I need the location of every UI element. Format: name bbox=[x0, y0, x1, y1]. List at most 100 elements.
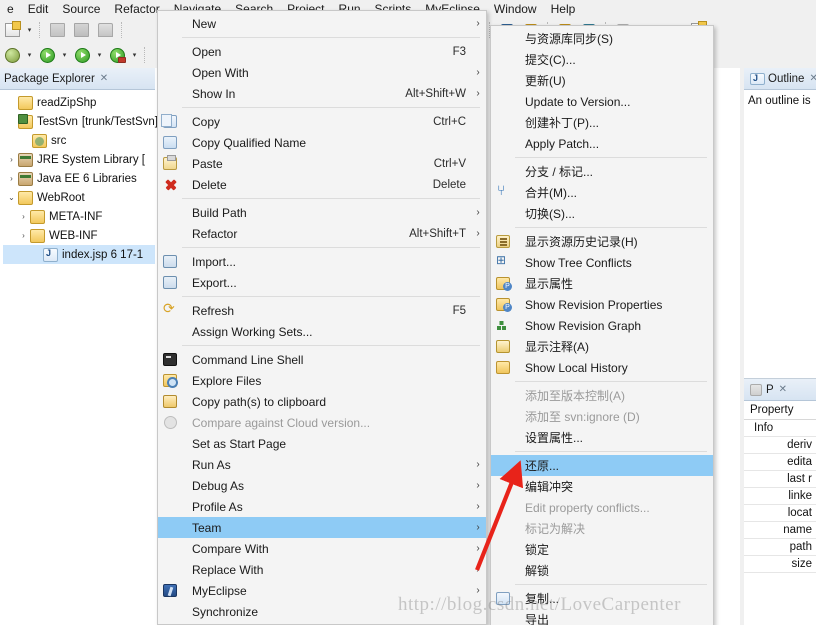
close-icon[interactable]: ✕ bbox=[100, 73, 108, 84]
menu-item-revert[interactable]: 还原... bbox=[491, 455, 713, 476]
outline-tab[interactable]: Outline ✕ bbox=[744, 68, 816, 90]
menu-item-show-local-history[interactable]: Show Local History bbox=[491, 357, 713, 378]
menu-item-merge[interactable]: 合并(M)... bbox=[491, 182, 713, 203]
menu-item-update-to-version[interactable]: Update to Version... bbox=[491, 91, 713, 112]
menu-item-open-with[interactable]: Open With › bbox=[158, 62, 486, 83]
properties-row[interactable]: path bbox=[744, 539, 816, 556]
copy-qualified-icon bbox=[160, 134, 180, 151]
menu-item-open[interactable]: Open F3 bbox=[158, 41, 486, 62]
save-button[interactable] bbox=[46, 19, 68, 41]
tree-conflicts-icon bbox=[493, 253, 513, 271]
menu-item-refactor[interactable]: Refactor Alt+Shift+T › bbox=[158, 223, 486, 244]
tree-item-web-inf[interactable]: › WEB-INF bbox=[3, 226, 155, 245]
menu-item-delete[interactable]: Delete Delete bbox=[158, 174, 486, 195]
menu-item-unlock[interactable]: 解锁 bbox=[491, 560, 713, 581]
menu-item-build-path[interactable]: Build Path › bbox=[158, 202, 486, 223]
properties-row[interactable]: size bbox=[744, 556, 816, 573]
menu-file[interactable]: e bbox=[0, 0, 21, 18]
menu-item-show-annotation[interactable]: 显示注释(A) bbox=[491, 336, 713, 357]
tree-item-meta-inf[interactable]: › META-INF bbox=[3, 207, 155, 226]
toolbar-separator bbox=[144, 47, 146, 63]
menu-item-update[interactable]: 更新(U) bbox=[491, 70, 713, 91]
menu-item-commit[interactable]: 提交(C)... bbox=[491, 49, 713, 70]
menu-item-debug-as[interactable]: Debug As › bbox=[158, 475, 486, 496]
menu-item-sync-with-repository[interactable]: 与资源库同步(S) bbox=[491, 28, 713, 49]
menu-item-create-patch[interactable]: 创建补丁(P)... bbox=[491, 112, 713, 133]
library-icon bbox=[18, 171, 33, 186]
close-icon[interactable]: ✕ bbox=[809, 73, 816, 84]
menu-item-lock[interactable]: 锁定 bbox=[491, 539, 713, 560]
menu-item-branch-tag[interactable]: 分支 / 标记... bbox=[491, 161, 713, 182]
menu-item-replace-with[interactable]: Replace With › bbox=[158, 559, 486, 580]
menu-item-show-resource-history[interactable]: 显示资源历史记录(H) bbox=[491, 231, 713, 252]
menu-item-copy-paths-to-clipboard[interactable]: Copy path(s) to clipboard bbox=[158, 391, 486, 412]
menu-item-compare-with[interactable]: Compare With › bbox=[158, 538, 486, 559]
menu-item-import[interactable]: Import... bbox=[158, 251, 486, 272]
menu-item-edit-conflicts[interactable]: 编辑冲突 bbox=[491, 476, 713, 497]
menu-item-assign-working-sets[interactable]: Assign Working Sets... bbox=[158, 321, 486, 342]
tree-item-readzipshp[interactable]: readZipShp bbox=[3, 93, 155, 112]
paste-icon bbox=[160, 155, 180, 172]
menu-item-paste[interactable]: Paste Ctrl+V bbox=[158, 153, 486, 174]
tree-item-java-ee-6-libraries[interactable]: › Java EE 6 Libraries bbox=[3, 169, 155, 188]
menu-item-run-as[interactable]: Run As › bbox=[158, 454, 486, 475]
menu-item-profile-as[interactable]: Profile As › bbox=[158, 496, 486, 517]
menu-item-show-tree-conflicts[interactable]: Show Tree Conflicts bbox=[491, 252, 713, 273]
menu-window[interactable]: Window bbox=[487, 0, 544, 18]
menu-item-show-revision-graph[interactable]: Show Revision Graph bbox=[491, 315, 713, 336]
menu-item-show-in[interactable]: Show In Alt+Shift+W › bbox=[158, 83, 486, 104]
package-explorer-tab[interactable]: Package Explorer ✕ bbox=[0, 68, 155, 90]
properties-row[interactable]: linke bbox=[744, 488, 816, 505]
menu-item-command-line-shell[interactable]: Command Line Shell bbox=[158, 349, 486, 370]
run-secure-button[interactable] bbox=[106, 44, 128, 66]
menu-item-copy[interactable]: Copy Ctrl+C bbox=[158, 111, 486, 132]
menu-item-show-properties[interactable]: 显示属性 bbox=[491, 273, 713, 294]
menu-item-refresh[interactable]: Refresh F5 bbox=[158, 300, 486, 321]
run-dropdown[interactable]: ▾ bbox=[59, 45, 70, 65]
run-config-button[interactable] bbox=[71, 44, 93, 66]
properties-tab[interactable]: P ✕ bbox=[744, 379, 816, 401]
run-button[interactable] bbox=[36, 44, 58, 66]
menu-item-set-as-start-page[interactable]: Set as Start Page bbox=[158, 433, 486, 454]
properties-row[interactable]: name bbox=[744, 522, 816, 539]
menu-item-set-property[interactable]: 设置属性... bbox=[491, 427, 713, 448]
new-wizard-button[interactable] bbox=[1, 19, 23, 41]
external-tools-button[interactable] bbox=[1, 44, 23, 66]
print-button[interactable] bbox=[94, 19, 116, 41]
twisty-icon[interactable]: ⌄ bbox=[5, 193, 18, 202]
menu-item-team[interactable]: Team › bbox=[158, 517, 486, 538]
run-config-dropdown[interactable]: ▾ bbox=[94, 45, 105, 65]
tree-item-webroot[interactable]: ⌄ WebRoot bbox=[3, 188, 155, 207]
close-icon[interactable]: ✕ bbox=[779, 384, 787, 395]
save-all-button[interactable] bbox=[70, 19, 92, 41]
menu-item-explore-files[interactable]: Explore Files bbox=[158, 370, 486, 391]
properties-row[interactable]: deriv bbox=[744, 437, 816, 454]
properties-row[interactable]: last r bbox=[744, 471, 816, 488]
menu-item-copy-qualified-name[interactable]: Copy Qualified Name bbox=[158, 132, 486, 153]
properties-row[interactable]: edita bbox=[744, 454, 816, 471]
properties-row[interactable]: locat bbox=[744, 505, 816, 522]
menu-item-apply-patch[interactable]: Apply Patch... bbox=[491, 133, 713, 154]
twisty-icon[interactable]: › bbox=[17, 212, 30, 221]
menu-source[interactable]: Source bbox=[55, 0, 107, 18]
properties-row[interactable]: Info bbox=[744, 420, 816, 437]
twisty-icon[interactable]: › bbox=[17, 231, 30, 240]
tree-item-index-jsp[interactable]: index.jsp 6 17-1 bbox=[3, 245, 155, 264]
run-secure-dropdown[interactable]: ▾ bbox=[129, 45, 140, 65]
tree-item-testsvn[interactable]: TestSvn [trunk/TestSvn] bbox=[3, 112, 158, 131]
menu-item-new[interactable]: New › bbox=[158, 13, 486, 34]
external-tools-dropdown[interactable]: ▾ bbox=[24, 45, 35, 65]
tree-item-src[interactable]: src bbox=[3, 131, 155, 150]
menu-help[interactable]: Help bbox=[544, 0, 583, 18]
menu-item-switch[interactable]: 切换(S)... bbox=[491, 203, 713, 224]
menu-item-export[interactable]: Export... bbox=[158, 272, 486, 293]
menu-item-label: Copy bbox=[192, 114, 221, 129]
twisty-icon[interactable]: › bbox=[5, 174, 18, 183]
menu-item-show-revision-properties[interactable]: Show Revision Properties bbox=[491, 294, 713, 315]
menu-item-label: 锁定 bbox=[525, 543, 550, 557]
menu-edit[interactable]: Edit bbox=[21, 0, 56, 18]
tree-item-jre-system-library[interactable]: › JRE System Library [ bbox=[3, 150, 155, 169]
twisty-icon[interactable]: › bbox=[5, 155, 18, 164]
new-wizard-dropdown[interactable]: ▾ bbox=[24, 20, 35, 40]
delete-icon bbox=[160, 176, 180, 193]
